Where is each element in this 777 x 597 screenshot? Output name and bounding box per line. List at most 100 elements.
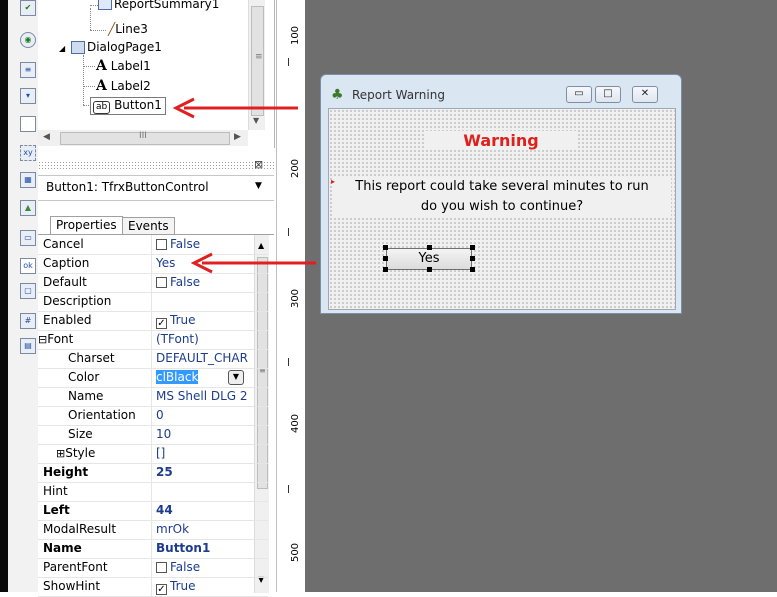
inspector-tabs: Properties Events <box>38 210 274 235</box>
resize-handle[interactable] <box>427 245 432 250</box>
tree-item-label1[interactable]: A Label1 <box>96 58 151 74</box>
property-row[interactable]: Charset DEFAULT_CHAR <box>38 349 268 369</box>
maximize-button[interactable]: □ <box>595 86 621 103</box>
resize-handle[interactable] <box>470 256 475 261</box>
column-separator <box>151 539 152 558</box>
checkbox[interactable]: ✓ <box>156 584 167 595</box>
property-value[interactable]: ✓ True <box>156 579 196 595</box>
bevel-tool-icon[interactable]: ▭ <box>20 230 36 246</box>
property-row[interactable]: Enabled ✓ True <box>38 311 268 331</box>
property-value[interactable]: DEFAULT_CHAR <box>156 351 250 365</box>
listbox-tool-icon[interactable]: ≡ <box>20 62 36 78</box>
resize-handle[interactable] <box>470 267 475 272</box>
groupbox-tool-icon[interactable]: xy <box>20 145 36 161</box>
property-value[interactable]: False <box>156 560 200 574</box>
property-value[interactable]: (TFont) <box>156 332 199 346</box>
property-row[interactable]: ⊞Style [] <box>38 444 268 464</box>
panel-tool-icon[interactable] <box>20 116 36 132</box>
property-value[interactable]: mrOk <box>156 522 189 536</box>
property-value[interactable]: [] <box>156 446 165 460</box>
radio-button-tool-icon[interactable]: ◉ <box>20 32 36 48</box>
property-row[interactable]: ParentFont False <box>38 558 268 578</box>
date-edit-tool-icon[interactable]: ▤ <box>20 338 36 354</box>
tree-item-label2[interactable]: A Label2 <box>96 78 151 94</box>
property-row[interactable]: Hint <box>38 482 268 502</box>
collapse-arrow-icon[interactable]: ◢ <box>59 44 65 53</box>
expand-icon[interactable]: ⊞ <box>56 447 65 460</box>
property-value[interactable]: ✓ True <box>156 313 196 329</box>
property-value[interactable]: Yes <box>156 256 175 270</box>
calendar-tool-icon[interactable]: ▦ <box>20 172 36 188</box>
property-row[interactable]: Size 10 <box>38 425 268 445</box>
resize-handle[interactable] <box>470 245 475 250</box>
minimize-button[interactable]: ▭ <box>566 86 592 103</box>
checkbox[interactable] <box>156 562 167 573</box>
resize-handle[interactable] <box>383 256 388 261</box>
property-value[interactable]: 0 <box>156 408 164 422</box>
collapse-icon[interactable]: ⊟ <box>38 333 47 346</box>
property-value[interactable]: 25 <box>156 465 173 479</box>
property-row[interactable]: Orientation 0 <box>38 406 268 426</box>
dropdown-arrow-icon[interactable]: ▼ <box>255 181 262 191</box>
property-value[interactable]: 44 <box>156 503 173 517</box>
resize-handle[interactable] <box>383 267 388 272</box>
color-dropdown-button[interactable]: ▼ <box>228 370 244 385</box>
scroll-left-icon[interactable]: ◀ <box>43 132 50 142</box>
button-tool-icon[interactable]: ok <box>20 258 36 274</box>
property-row[interactable]: Color clBlack ▼ <box>38 368 268 388</box>
tab-properties[interactable]: Properties <box>50 216 123 234</box>
checkbox[interactable] <box>156 239 167 250</box>
tree-hscroll-thumb[interactable]: III <box>60 131 230 145</box>
scroll-right-icon[interactable]: ▶ <box>234 132 241 142</box>
ruler-label: 300 <box>290 288 302 309</box>
ruler-label: 400 <box>290 413 302 434</box>
property-value[interactable]: clBlack <box>156 370 199 384</box>
dialog-form-surface[interactable]: Warning This report could take several m… <box>328 108 676 310</box>
property-row[interactable]: ⊟Font (TFont) <box>38 330 268 350</box>
ruler-mark <box>288 485 289 493</box>
masked-edit-tool-icon[interactable]: # <box>20 313 36 329</box>
annotation-arrow-button1 <box>172 97 298 119</box>
property-row[interactable]: Name Button1 <box>38 539 268 559</box>
resize-handle[interactable] <box>427 267 432 272</box>
property-value[interactable]: 10 <box>156 427 171 441</box>
property-value[interactable]: MS Shell DLG 2 <box>156 389 248 403</box>
splitter-grip[interactable] <box>38 161 274 169</box>
property-value[interactable]: Button1 <box>156 541 210 555</box>
tree-item-line3[interactable]: ╱Line3 <box>108 22 148 36</box>
vertical-ruler: 100 200 300 400 500 <box>276 0 306 592</box>
tree-item-reportsummary[interactable]: ReportSummary1 <box>98 0 219 11</box>
checkbox[interactable]: ✓ <box>156 318 167 329</box>
property-value[interactable]: False <box>156 237 200 251</box>
close-button[interactable]: ✕ <box>632 86 658 103</box>
property-row[interactable]: Default False <box>38 273 268 293</box>
property-row[interactable]: ModalResult mrOk <box>38 520 268 540</box>
property-row[interactable]: Description <box>38 292 268 312</box>
column-separator <box>151 558 152 577</box>
property-row[interactable]: Height 25 <box>38 463 268 483</box>
checkbox[interactable] <box>156 277 167 288</box>
tab-events[interactable]: Events <box>122 217 175 235</box>
column-separator <box>151 311 152 330</box>
tree-horizontal-scrollbar[interactable]: ◀ III ▶ <box>38 130 248 146</box>
column-separator <box>151 482 152 501</box>
object-selector[interactable]: Button1: TfrxButtonControl ▼ <box>38 175 274 201</box>
dialog-page-icon <box>70 41 85 54</box>
resize-handle[interactable] <box>383 245 388 250</box>
tree-item-button1[interactable]: ab Button1 <box>90 97 166 115</box>
report-warning-dialog[interactable]: ♣ Report Warning ▭ □ ✕ Warning This repo… <box>320 74 682 314</box>
image-tool-icon[interactable]: ▲ <box>20 200 36 216</box>
property-row[interactable]: Left 44 <box>38 501 268 521</box>
column-separator <box>151 463 152 482</box>
property-row[interactable]: Name MS Shell DLG 2 <box>38 387 268 407</box>
component-palette: ✔ ◉ ≡ ▾ xy ▦ ▲ ▭ ok ▢ # ▤ <box>0 0 38 592</box>
band-icon <box>98 0 112 10</box>
property-row[interactable]: ShowHint ✓ True <box>38 577 268 597</box>
memo-tool-icon[interactable]: ▢ <box>20 283 36 299</box>
checkbox-tool-icon[interactable]: ✔ <box>20 0 36 16</box>
button-icon: ab <box>93 101 111 114</box>
property-value[interactable]: False <box>156 275 200 289</box>
splitter-close-icon[interactable]: ⊠ <box>254 158 263 171</box>
tree-item-dialogpage1[interactable]: ◢ DialogPage1 <box>59 40 162 54</box>
combobox-tool-icon[interactable]: ▾ <box>20 88 36 104</box>
